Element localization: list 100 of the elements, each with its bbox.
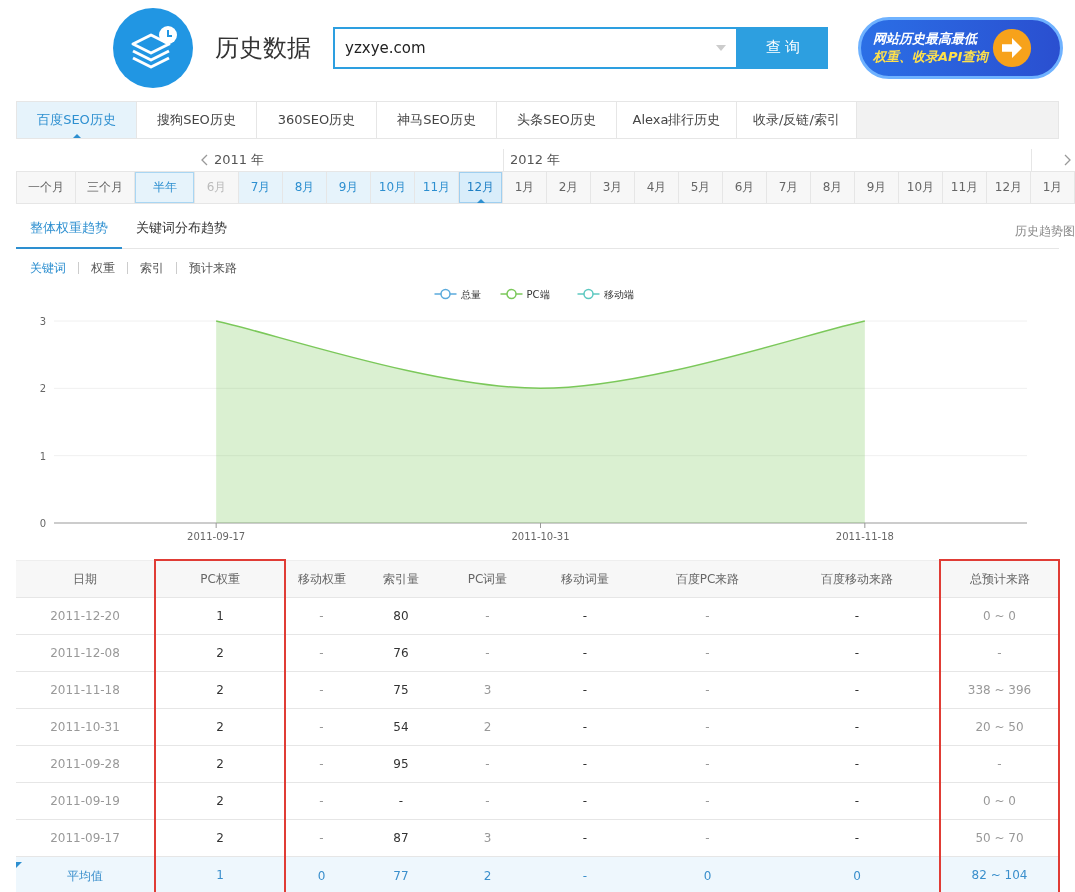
legend-item[interactable]: PC端: [499, 288, 550, 300]
table-cell: 2011-09-28: [16, 745, 155, 783]
column-header: 移动权重: [285, 560, 357, 598]
month-button[interactable]: 6月: [723, 172, 767, 203]
month-button[interactable]: 10月: [899, 172, 943, 203]
table-cell: -: [445, 745, 530, 783]
table-cell: 2: [445, 708, 530, 746]
period-button[interactable]: 三个月: [76, 172, 135, 203]
table-cell: 0 ~ 0: [940, 597, 1059, 635]
table-cell: 338 ~ 396: [940, 671, 1059, 709]
legend-item[interactable]: 总量: [433, 288, 481, 300]
table-cell: 2: [155, 634, 285, 672]
period-button[interactable]: 一个月: [17, 172, 76, 203]
month-button[interactable]: 3月: [591, 172, 635, 203]
seo-history-tab[interactable]: 神马SEO历史: [377, 102, 497, 138]
table-cell: 75: [357, 671, 445, 709]
month-button[interactable]: 1月: [503, 172, 547, 203]
average-cell: 77: [357, 856, 445, 892]
table-cell: 20 ~ 50: [940, 708, 1059, 746]
x-axis-label: 2011-10-31: [511, 531, 570, 542]
table-cell: -: [640, 745, 775, 783]
month-button[interactable]: 2月: [547, 172, 591, 203]
x-axis-label: 2011-11-18: [835, 531, 894, 542]
column-header: 日期: [16, 560, 155, 598]
month-button[interactable]: 1月: [1031, 172, 1075, 203]
period-button[interactable]: 半年: [135, 172, 194, 203]
table-cell: -: [530, 597, 640, 635]
average-cell: 0: [775, 856, 940, 892]
previous-chevron-icon[interactable]: [201, 154, 208, 166]
table-cell: -: [285, 782, 357, 820]
average-cell: 0: [285, 856, 357, 892]
table-cell: -: [285, 819, 357, 857]
table-cell: 0 ~ 0: [940, 782, 1059, 820]
column-header: 移动词量: [530, 560, 640, 598]
table-cell: -: [285, 634, 357, 672]
month-button[interactable]: 7月: [767, 172, 811, 203]
search-field[interactable]: yzxye.com: [333, 26, 738, 69]
table-cell: -: [775, 597, 940, 635]
table-cell: -: [445, 634, 530, 672]
table-cell: -: [940, 634, 1059, 672]
next-chevron-icon[interactable]: [1064, 154, 1071, 166]
metric-filter[interactable]: 权重: [91, 259, 115, 277]
column-header: 百度移动来路: [775, 560, 940, 598]
year-label: 2011 年: [214, 151, 265, 169]
month-button[interactable]: 11月: [415, 172, 459, 203]
y-axis-label: 3: [39, 316, 46, 327]
metric-filter[interactable]: 索引: [140, 259, 164, 277]
table-cell: -: [640, 671, 775, 709]
table-cell: -: [775, 708, 940, 746]
month-button[interactable]: 8月: [811, 172, 855, 203]
metric-filter[interactable]: 预计来路: [189, 259, 237, 277]
average-cell: 1: [155, 856, 285, 892]
trend-tab[interactable]: 关键词分布趋势: [122, 219, 241, 249]
seo-history-tab[interactable]: 搜狗SEO历史: [137, 102, 257, 138]
month-button[interactable]: 9月: [327, 172, 371, 203]
month-button[interactable]: 10月: [371, 172, 415, 203]
seo-history-tab[interactable]: 头条SEO历史: [497, 102, 617, 138]
table-cell: 3: [445, 819, 530, 857]
table-cell: 87: [357, 819, 445, 857]
column-header: 索引量: [357, 560, 445, 598]
table-cell: -: [445, 597, 530, 635]
month-button[interactable]: 11月: [943, 172, 987, 203]
month-button[interactable]: 7月: [239, 172, 283, 203]
month-button[interactable]: 12月: [459, 172, 503, 203]
month-button[interactable]: 12月: [987, 172, 1031, 203]
table-cell: -: [530, 671, 640, 709]
y-axis-label: 2: [39, 383, 46, 395]
month-button[interactable]: 9月: [855, 172, 899, 203]
table-cell: -: [640, 634, 775, 672]
seo-history-tab[interactable]: Alexa排行历史: [617, 102, 737, 138]
metric-filter[interactable]: 关键词: [30, 259, 66, 277]
seo-history-tab[interactable]: 收录/反链/索引: [737, 102, 857, 138]
y-axis-label: 1: [39, 450, 46, 462]
seo-history-tab[interactable]: 百度SEO历史: [17, 102, 137, 138]
table-cell: 2: [155, 671, 285, 709]
table-cell: 2: [155, 745, 285, 783]
table-cell: -: [445, 782, 530, 820]
month-button[interactable]: 5月: [679, 172, 723, 203]
average-cell: 2: [445, 856, 530, 892]
table-cell: -: [775, 745, 940, 783]
table-cell: -: [530, 634, 640, 672]
legend-item[interactable]: 移动端: [576, 288, 634, 300]
column-header: PC权重: [155, 560, 285, 598]
table-cell: 54: [357, 708, 445, 746]
table-cell: -: [775, 634, 940, 672]
table-cell: -: [940, 745, 1059, 783]
api-banner[interactable]: 网站历史最高最低 权重、收录API查询: [858, 16, 1063, 79]
dropdown-caret-icon[interactable]: [716, 44, 726, 51]
column-header: PC词量: [445, 560, 530, 598]
table-cell: -: [775, 782, 940, 820]
month-button[interactable]: 8月: [283, 172, 327, 203]
trend-tab[interactable]: 整体权重趋势: [16, 219, 122, 249]
month-button[interactable]: 4月: [635, 172, 679, 203]
table-cell: -: [530, 708, 640, 746]
history-chart-link[interactable]: 历史趋势图: [1015, 223, 1075, 248]
average-cell: 平均值: [16, 856, 155, 892]
seo-history-tab[interactable]: 360SEO历史: [257, 102, 377, 138]
table-cell: -: [530, 819, 640, 857]
table-cell: 2011-09-19: [16, 782, 155, 820]
table-cell: -: [640, 708, 775, 746]
